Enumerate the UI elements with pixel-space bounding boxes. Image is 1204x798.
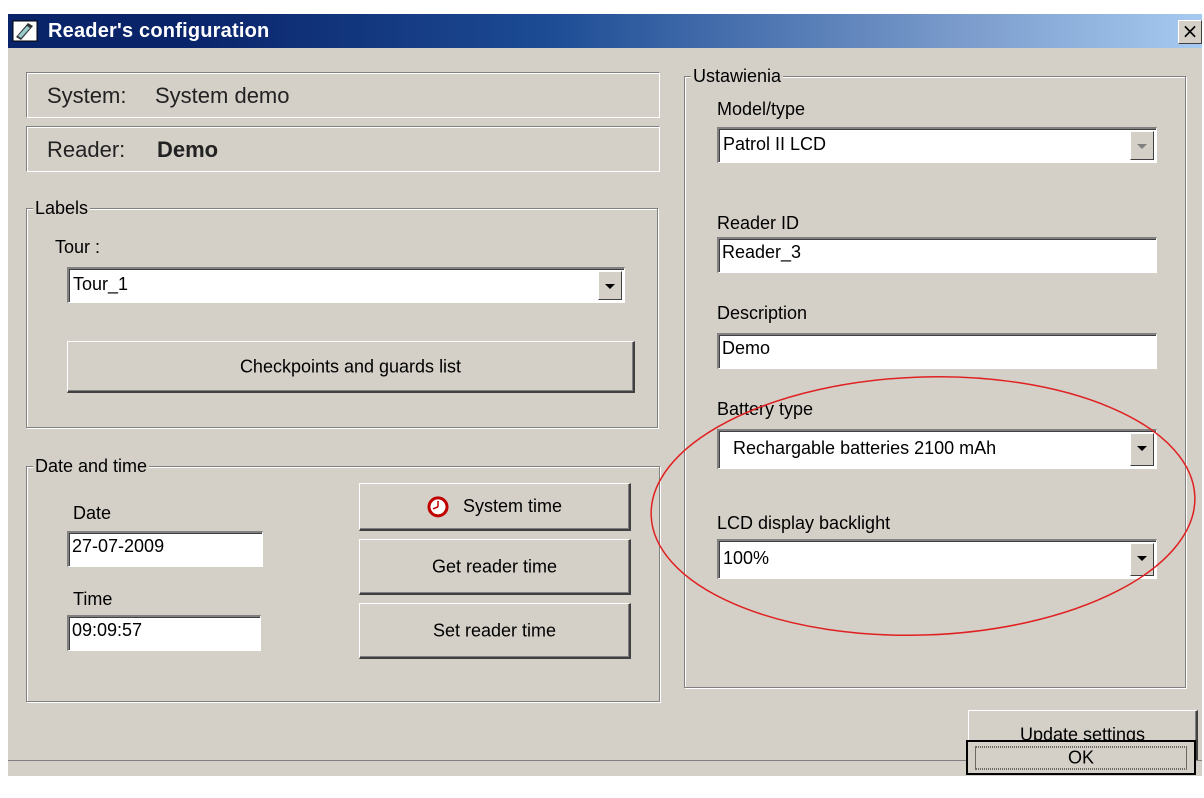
tour-label: Tour : xyxy=(55,237,101,257)
checkpoints-guards-label: Checkpoints and guards list xyxy=(239,356,462,376)
checkpoints-guards-button[interactable]: Checkpoints and guards list xyxy=(67,341,635,393)
dialog-window: Reader's configuration × System: System … xyxy=(8,14,1202,775)
labels-group: Labels Tour : Tour_1 Checkpoints and gua… xyxy=(26,198,658,428)
reader-id-field[interactable]: Reader_3 xyxy=(717,237,1157,273)
date-field[interactable]: 27-07-2009 xyxy=(67,531,263,567)
labels-legend: Labels xyxy=(33,198,91,219)
get-reader-time-button[interactable]: Get reader time xyxy=(359,539,631,595)
datetime-group: Date and time Date 27-07-2009 Time 09:09… xyxy=(26,456,660,702)
system-label: System: xyxy=(47,83,127,108)
ok-label: OK xyxy=(975,746,1187,769)
chevron-down-icon[interactable] xyxy=(598,271,622,300)
title-bar[interactable]: Reader's configuration × xyxy=(8,14,1202,48)
reader-value: Demo xyxy=(157,137,219,162)
system-time-label: System time xyxy=(462,495,563,516)
system-time-button[interactable]: System time xyxy=(359,483,631,531)
time-field[interactable]: 09:09:57 xyxy=(67,615,261,651)
time-label: Time xyxy=(73,589,113,609)
system-value: System demo xyxy=(155,83,290,108)
model-label: Model/type xyxy=(717,99,806,119)
annotation-ellipse xyxy=(650,375,1196,637)
tour-select[interactable]: Tour_1 xyxy=(67,267,625,303)
date-label: Date xyxy=(73,503,112,523)
clock-icon xyxy=(427,496,449,518)
ok-button[interactable]: OK xyxy=(966,740,1196,775)
close-button[interactable]: × xyxy=(1178,20,1202,44)
get-reader-time-label: Get reader time xyxy=(431,556,558,576)
reader-app-icon xyxy=(12,20,38,42)
system-time-content: System time xyxy=(360,495,629,518)
reader-info-box: Reader: Demo xyxy=(26,126,660,172)
tour-select-value: Tour_1 xyxy=(73,274,129,294)
datetime-legend: Date and time xyxy=(33,456,150,477)
system-info-box: System: System demo xyxy=(26,72,660,118)
model-select[interactable]: Patrol II LCD xyxy=(717,127,1157,163)
set-reader-time-label: Set reader time xyxy=(432,620,557,640)
reader-id-label: Reader ID xyxy=(717,213,800,233)
description-label: Description xyxy=(717,303,808,323)
reader-label: Reader: xyxy=(47,137,126,162)
set-reader-time-button[interactable]: Set reader time xyxy=(359,603,631,659)
description-field[interactable]: Demo xyxy=(717,333,1157,369)
model-select-value: Patrol II LCD xyxy=(723,134,827,154)
chevron-down-icon[interactable] xyxy=(1130,131,1154,160)
settings-legend: Ustawienia xyxy=(691,66,784,87)
window-title: Reader's configuration xyxy=(48,20,270,42)
